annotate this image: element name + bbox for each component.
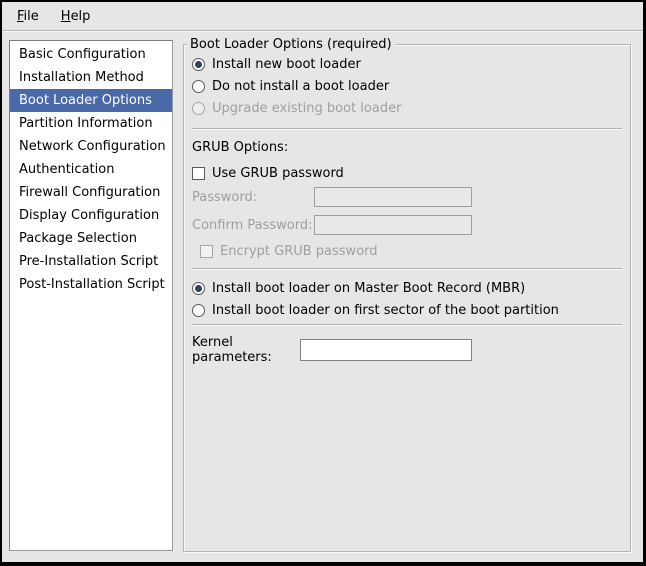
- checkbox-use-grub-password[interactable]: Use GRUB password: [192, 165, 622, 181]
- boot-loader-options-frame: Boot Loader Options (required) Install n…: [183, 44, 631, 552]
- separator: [192, 128, 622, 130]
- confirm-password-field: [314, 215, 472, 235]
- confirm-password-label: Confirm Password:: [192, 218, 314, 233]
- menubar: File Help: [2, 2, 643, 31]
- sidebar-item-firewall-configuration[interactable]: Firewall Configuration: [10, 181, 172, 204]
- checkbox-label: Encrypt GRUB password: [220, 244, 378, 259]
- checkbox-icon: [200, 245, 213, 258]
- separator: [192, 324, 622, 326]
- sidebar-item-installation-method[interactable]: Installation Method: [10, 66, 172, 89]
- radio-upgrade-existing-boot-loader: Upgrade existing boot loader: [192, 100, 622, 116]
- radio-install-new-boot-loader[interactable]: Install new boot loader: [192, 56, 622, 72]
- checkbox-encrypt-grub-password: Encrypt GRUB password: [200, 243, 622, 259]
- sidebar-item-boot-loader-options[interactable]: Boot Loader Options: [10, 89, 172, 112]
- sidebar-item-pre-installation-script[interactable]: Pre-Installation Script: [10, 250, 172, 273]
- menu-help[interactable]: Help: [50, 4, 102, 29]
- radio-button-icon: [192, 282, 205, 295]
- radio-button-icon: [192, 58, 205, 71]
- checkbox-label: Use GRUB password: [212, 166, 344, 181]
- separator: [192, 268, 622, 270]
- radio-button-icon: [192, 102, 205, 115]
- radio-label: Install new boot loader: [212, 57, 361, 72]
- radio-button-icon: [192, 80, 205, 93]
- password-field: [314, 187, 472, 207]
- sidebar-item-display-configuration[interactable]: Display Configuration: [10, 204, 172, 227]
- radio-button-icon: [192, 304, 205, 317]
- radio-label: Install boot loader on first sector of t…: [212, 303, 559, 318]
- kickstart-configurator-window: File Help Basic Configuration Installati…: [0, 0, 646, 566]
- sidebar-item-authentication[interactable]: Authentication: [10, 158, 172, 181]
- sidebar-item-basic-configuration[interactable]: Basic Configuration: [10, 43, 172, 66]
- sidebar-item-partition-information[interactable]: Partition Information: [10, 112, 172, 135]
- menu-help-label: elp: [71, 9, 91, 24]
- kernel-parameters-label: Kernel parameters:: [192, 335, 300, 365]
- menu-file-label: ile: [24, 9, 39, 24]
- frame-legend: Boot Loader Options (required): [187, 36, 395, 53]
- radio-label: Do not install a boot loader: [212, 79, 389, 94]
- password-label: Password:: [192, 190, 314, 205]
- menu-file[interactable]: File: [6, 4, 50, 29]
- radio-label: Install boot loader on Master Boot Recor…: [212, 281, 525, 296]
- kernel-parameters-row: Kernel parameters:: [192, 335, 622, 365]
- frame-content: Install new boot loader Do not install a…: [184, 45, 630, 365]
- radio-install-on-mbr[interactable]: Install boot loader on Master Boot Recor…: [192, 280, 622, 296]
- confirm-password-row: Confirm Password:: [192, 215, 622, 235]
- sidebar-item-post-installation-script[interactable]: Post-Installation Script: [10, 273, 172, 296]
- radio-install-on-first-sector[interactable]: Install boot loader on first sector of t…: [192, 302, 622, 318]
- menu-help-accel: H: [61, 9, 71, 24]
- radio-label: Upgrade existing boot loader: [212, 101, 401, 116]
- radio-do-not-install-boot-loader[interactable]: Do not install a boot loader: [192, 78, 622, 94]
- section-list: Basic Configuration Installation Method …: [9, 40, 173, 551]
- sidebar-item-network-configuration[interactable]: Network Configuration: [10, 135, 172, 158]
- kernel-parameters-input[interactable]: [300, 339, 472, 361]
- grub-options-heading: GRUB Options:: [192, 140, 622, 156]
- sidebar-item-package-selection[interactable]: Package Selection: [10, 227, 172, 250]
- checkbox-icon: [192, 167, 205, 180]
- password-row: Password:: [192, 187, 622, 207]
